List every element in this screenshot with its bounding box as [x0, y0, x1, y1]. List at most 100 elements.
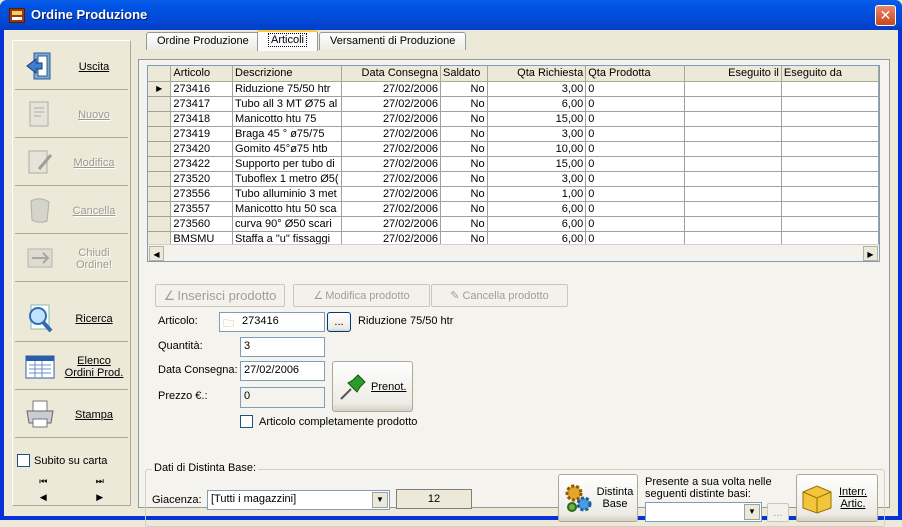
scroll-right-icon[interactable]: ▶	[863, 246, 878, 261]
column-header[interactable]: Qta Richiesta	[487, 66, 587, 82]
print-now-checkbox[interactable]: Subito su carta	[17, 454, 107, 467]
table-cell[interactable]: Riduzione 75/50 htr	[232, 81, 342, 97]
table-cell[interactable]: No	[440, 186, 488, 202]
chevron-down-icon[interactable]: ▼	[744, 504, 760, 520]
table-cell[interactable]: 273417	[170, 96, 234, 112]
row-selector[interactable]	[148, 216, 172, 232]
table-cell[interactable]: Supporto per tubo di	[232, 156, 342, 172]
data-consegna-field[interactable]: 27/02/2006	[240, 361, 325, 381]
giacenza-select[interactable]: [Tutti i magazzini] ▼	[207, 490, 390, 510]
table-cell[interactable]: No	[440, 111, 488, 127]
table-cell[interactable]: 0	[585, 111, 685, 127]
interr-artic-button[interactable]: Interr. Artic.	[796, 474, 878, 522]
table-row[interactable]: 273422 Supporto per tubo di 27/02/2006 No 15…	[148, 156, 879, 172]
table-cell[interactable]	[781, 96, 879, 112]
table-cell[interactable]: 6,00	[487, 216, 587, 232]
table-cell[interactable]: 0	[585, 96, 685, 112]
table-row[interactable]: ▶ 273416 Riduzione 75/50 htr 27/02/2006 No 3,…	[148, 81, 879, 97]
table-cell[interactable]: 0	[585, 171, 685, 187]
table-cell[interactable]: 27/02/2006	[341, 111, 442, 127]
table-cell[interactable]	[684, 216, 782, 232]
scroll-left-icon[interactable]: ◀	[149, 246, 164, 261]
column-header[interactable]: Eseguito il	[684, 66, 782, 82]
row-selector[interactable]	[148, 111, 172, 127]
table-cell[interactable]: 273418	[170, 111, 234, 127]
table-row[interactable]: 273419 Braga 45 ° ø75/75 27/02/2006 No 3,00 0	[148, 126, 879, 142]
table-cell[interactable]: 6,00	[487, 201, 587, 217]
table-cell[interactable]: Tuboflex 1 metro Ø5(	[232, 171, 342, 187]
table-cell[interactable]	[781, 216, 879, 232]
table-cell[interactable]: Gomito 45°ø75 htb	[232, 141, 342, 157]
row-selector[interactable]	[148, 156, 172, 172]
table-cell[interactable]: 27/02/2006	[341, 156, 442, 172]
table-cell[interactable]	[684, 156, 782, 172]
table-cell[interactable]: 0	[585, 141, 685, 157]
column-header[interactable]: Eseguito da	[781, 66, 879, 82]
table-cell[interactable]: 0	[585, 186, 685, 202]
table-cell[interactable]: No	[440, 141, 488, 157]
table-cell[interactable]: No	[440, 96, 488, 112]
row-selector[interactable]	[148, 96, 172, 112]
close-button[interactable]: ✕	[875, 5, 896, 26]
table-cell[interactable]: No	[440, 171, 488, 187]
table-row[interactable]: 273520 Tuboflex 1 metro Ø5(27/02/2006 No 3,…	[148, 171, 879, 187]
table-cell[interactable]	[781, 81, 879, 97]
table-cell[interactable]: 27/02/2006	[341, 171, 442, 187]
table-cell[interactable]: 15,00	[487, 111, 587, 127]
table-cell[interactable]: Braga 45 ° ø75/75	[232, 126, 342, 142]
table-cell[interactable]: 273556	[170, 186, 234, 202]
distinte-select[interactable]: ▼	[645, 502, 762, 522]
horizontal-scrollbar[interactable]: ◀ ▶	[148, 244, 879, 261]
table-cell[interactable]: Tubo alluminio 3 met	[232, 186, 342, 202]
table-cell[interactable]: 3,00	[487, 171, 587, 187]
articolo-browse-button[interactable]: ...	[327, 312, 351, 332]
table-cell[interactable]	[781, 156, 879, 172]
orders-list-button[interactable]: Elenco Ordini Prod.	[15, 343, 128, 390]
column-header[interactable]: Saldato	[440, 66, 488, 82]
prezzo-field[interactable]: 0	[240, 387, 325, 408]
table-cell[interactable]: No	[440, 216, 488, 232]
quantita-field[interactable]: 3	[240, 337, 325, 357]
table-cell[interactable]: 0	[585, 216, 685, 232]
table-cell[interactable]: 27/02/2006	[341, 141, 442, 157]
distinta-base-button[interactable]: Distinta Base	[558, 474, 638, 522]
table-cell[interactable]: No	[440, 81, 488, 97]
presente-browse-button[interactable]: ...	[767, 503, 789, 522]
table-cell[interactable]	[781, 111, 879, 127]
delete-product-button[interactable]: ✎ Cancella prodotto	[431, 284, 568, 307]
articles-grid[interactable]: Articolo Descrizione Data Consegna Saldato Q…	[147, 65, 880, 262]
table-cell[interactable]: 273420	[170, 141, 234, 157]
close-order-button[interactable]: Chiudi Ordine!	[15, 235, 128, 282]
table-cell[interactable]: 273419	[170, 126, 234, 142]
column-header[interactable]: Qta Prodotta	[585, 66, 685, 82]
table-cell[interactable]: 273520	[170, 171, 234, 187]
table-cell[interactable]: 27/02/2006	[341, 201, 442, 217]
table-cell[interactable]: 27/02/2006	[341, 216, 442, 232]
table-cell[interactable]	[781, 126, 879, 142]
table-cell[interactable]	[781, 201, 879, 217]
new-button[interactable]: Nuovo	[15, 91, 128, 138]
table-cell[interactable]: 0	[585, 201, 685, 217]
table-cell[interactable]	[684, 81, 782, 97]
table-row[interactable]: 273420 Gomito 45°ø75 htb 27/02/2006 No 10,00…	[148, 141, 879, 157]
table-cell[interactable]	[684, 126, 782, 142]
table-row[interactable]: 273560 curva 90° Ø50 scari 27/02/2006 No 6,0…	[148, 216, 879, 232]
table-cell[interactable]: 0	[585, 156, 685, 172]
table-cell[interactable]: Manicotto htu 75	[232, 111, 342, 127]
table-cell[interactable]: No	[440, 126, 488, 142]
column-header[interactable]: Descrizione	[232, 66, 342, 82]
modify-product-button[interactable]: ∠ Modifica prodotto	[293, 284, 430, 307]
print-button[interactable]: Stampa	[15, 391, 128, 438]
table-cell[interactable]	[684, 141, 782, 157]
table-cell[interactable]: 273416	[170, 81, 234, 97]
table-cell[interactable]: 273560	[170, 216, 234, 232]
row-selector[interactable]	[148, 126, 172, 142]
checkbox-box[interactable]	[240, 415, 253, 428]
tab-versamenti[interactable]: Versamenti di Produzione	[319, 32, 467, 50]
search-button[interactable]: Ricerca	[15, 295, 128, 342]
table-cell[interactable]: 10,00	[487, 141, 587, 157]
table-cell[interactable]: Manicotto htu 50 sca	[232, 201, 342, 217]
table-cell[interactable]: 0	[585, 126, 685, 142]
table-cell[interactable]: curva 90° Ø50 scari	[232, 216, 342, 232]
tab-articoli[interactable]: Articoli	[257, 30, 319, 51]
